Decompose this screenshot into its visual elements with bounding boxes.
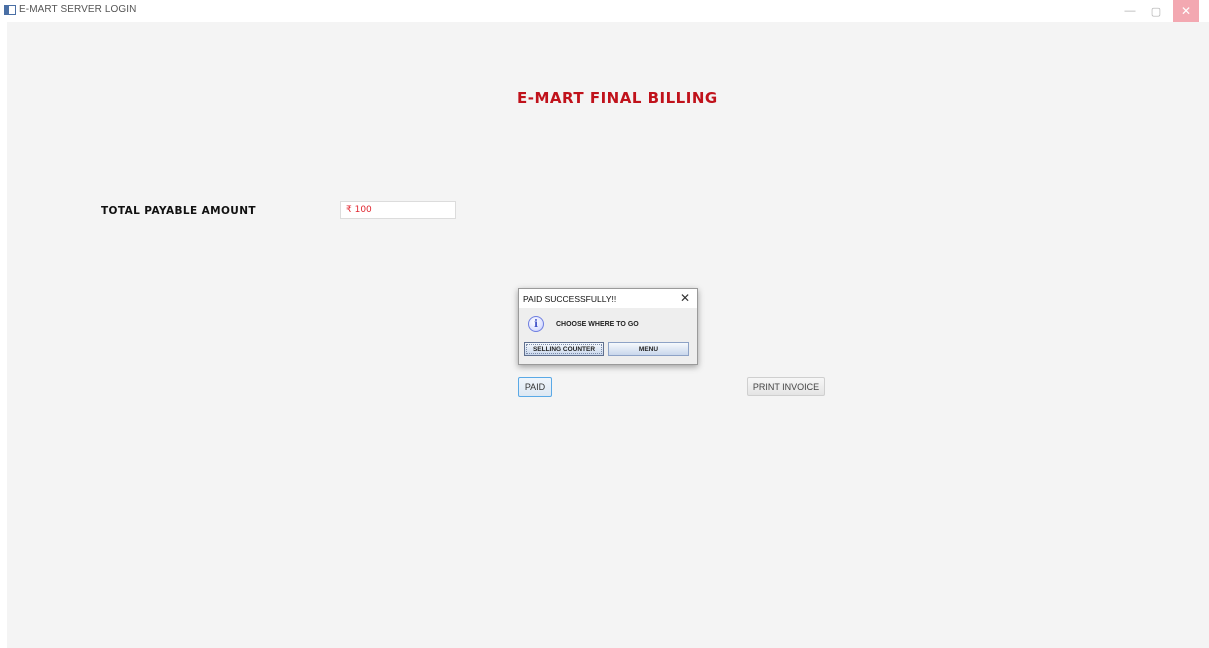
app-icon xyxy=(4,5,16,15)
window-title: E-MART SERVER LOGIN xyxy=(19,4,137,15)
selling-counter-button[interactable]: SELLING COUNTER xyxy=(524,342,604,356)
window-titlebar[interactable]: E-MART SERVER LOGIN — ▢ ✕ xyxy=(0,0,1209,22)
paid-success-dialog: PAID SUCCESSFULLY!! ✕ i CHOOSE WHERE TO … xyxy=(518,288,698,365)
paid-button[interactable]: PAID xyxy=(518,377,552,397)
dialog-close-icon[interactable]: ✕ xyxy=(678,291,692,305)
minimize-button[interactable]: — xyxy=(1117,0,1143,22)
total-payable-label: TOTAL PAYABLE AMOUNT xyxy=(101,205,256,217)
print-invoice-button[interactable]: PRINT INVOICE xyxy=(747,377,825,396)
billing-panel: E-MART FINAL BILLING TOTAL PAYABLE AMOUN… xyxy=(7,22,1209,648)
dialog-message: CHOOSE WHERE TO GO xyxy=(556,321,639,328)
page-title: E-MART FINAL BILLING xyxy=(517,89,718,107)
close-button[interactable]: ✕ xyxy=(1173,0,1199,22)
dialog-title: PAID SUCCESSFULLY!! xyxy=(523,294,617,304)
menu-button[interactable]: MENU xyxy=(608,342,689,356)
dialog-titlebar[interactable]: PAID SUCCESSFULLY!! ✕ xyxy=(519,289,697,308)
app-window: E-MART SERVER LOGIN — ▢ ✕ E-MART FINAL B… xyxy=(0,0,1209,648)
info-icon: i xyxy=(528,316,544,332)
maximize-button[interactable]: ▢ xyxy=(1143,0,1169,22)
total-amount-field[interactable]: ₹ 100 xyxy=(340,201,456,219)
